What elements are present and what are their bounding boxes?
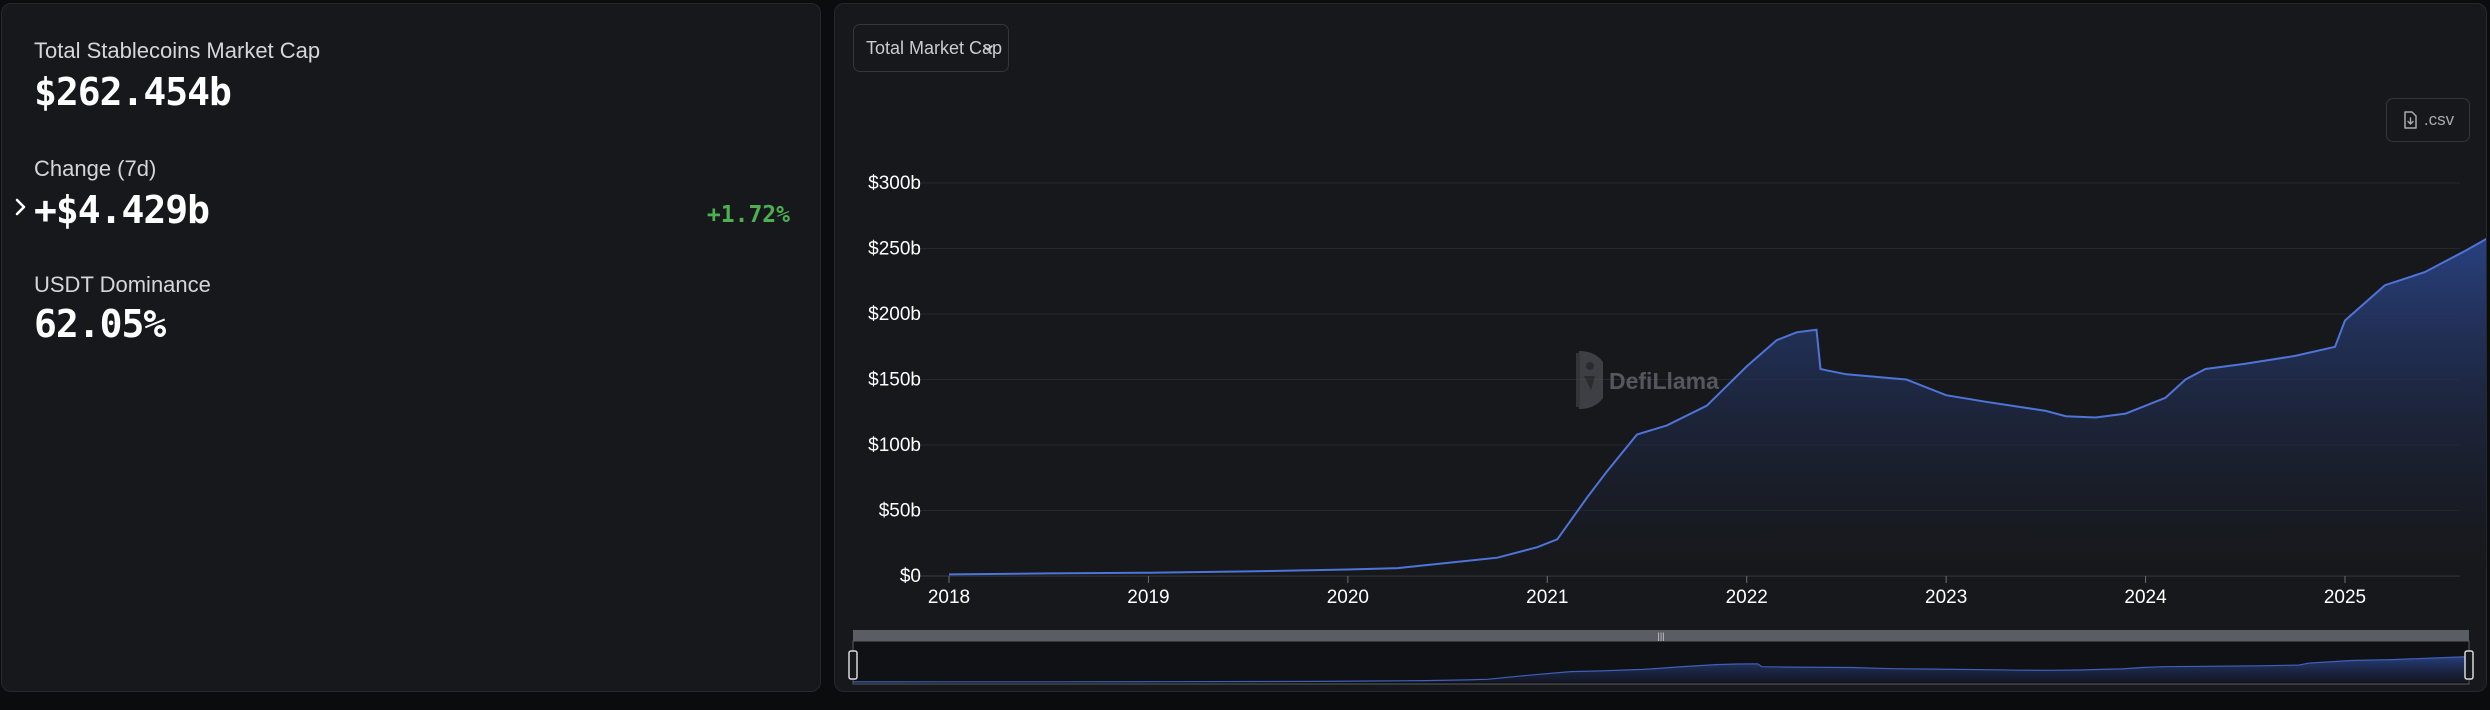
y-tick-label: $100b bbox=[868, 435, 921, 456]
chevron-right-icon[interactable] bbox=[12, 196, 30, 218]
x-tick-label: 2022 bbox=[1726, 587, 1768, 608]
x-axis: 2018 2019 2020 2021 2022 2023 2024 2025 bbox=[928, 576, 2366, 608]
change-value: +$4.429b bbox=[34, 188, 210, 232]
y-tick-label: $0 bbox=[900, 566, 921, 587]
y-tick-label: $150b bbox=[868, 370, 921, 391]
range-slider[interactable]: ||| bbox=[848, 630, 2474, 685]
change-percent: +1.72% bbox=[706, 202, 790, 228]
x-tick-label: 2020 bbox=[1327, 587, 1369, 608]
slider-grip[interactable]: ||| bbox=[1657, 631, 1664, 641]
series-area bbox=[949, 239, 2486, 576]
slider-handle-left[interactable] bbox=[848, 650, 858, 680]
market-cap-chart[interactable]: $0 $50b $100b $150b $200b $250b $300b 2018 2019… bbox=[835, 4, 2486, 691]
llama-logo bbox=[1576, 351, 1603, 409]
market-cap-label: Total Stablecoins Market Cap bbox=[34, 38, 321, 63]
y-tick-label: $300b bbox=[868, 173, 921, 194]
y-tick-label: $250b bbox=[868, 239, 921, 260]
watermark: DefiLlama bbox=[1576, 351, 1719, 409]
x-tick-label: 2025 bbox=[2324, 587, 2366, 608]
summary-panel: Total Stablecoins Market Cap $262.454b C… bbox=[1, 3, 821, 692]
dominance-label: USDT Dominance bbox=[34, 272, 211, 297]
y-axis: $0 $50b $100b $150b $200b $250b $300b bbox=[868, 173, 921, 587]
chart-panel: Total Market Cap .csv $0 $50b $100b $150b $2… bbox=[834, 3, 2487, 692]
y-tick-label: $200b bbox=[868, 304, 921, 325]
slider-handle-right[interactable] bbox=[2464, 650, 2474, 680]
x-tick-label: 2018 bbox=[928, 587, 970, 608]
y-tick-label: $50b bbox=[879, 501, 921, 522]
x-tick-label: 2024 bbox=[2124, 587, 2167, 608]
x-tick-label: 2019 bbox=[1127, 587, 1169, 608]
change-label: Change (7d) bbox=[34, 156, 157, 181]
market-cap-value: $262.454b bbox=[34, 70, 232, 114]
x-tick-label: 2021 bbox=[1526, 587, 1568, 608]
series-market-cap bbox=[948, 238, 2486, 576]
watermark-text: DefiLlama bbox=[1609, 368, 1719, 394]
x-tick-label: 2023 bbox=[1925, 587, 1967, 608]
dominance-value: 62.05% bbox=[34, 302, 166, 346]
